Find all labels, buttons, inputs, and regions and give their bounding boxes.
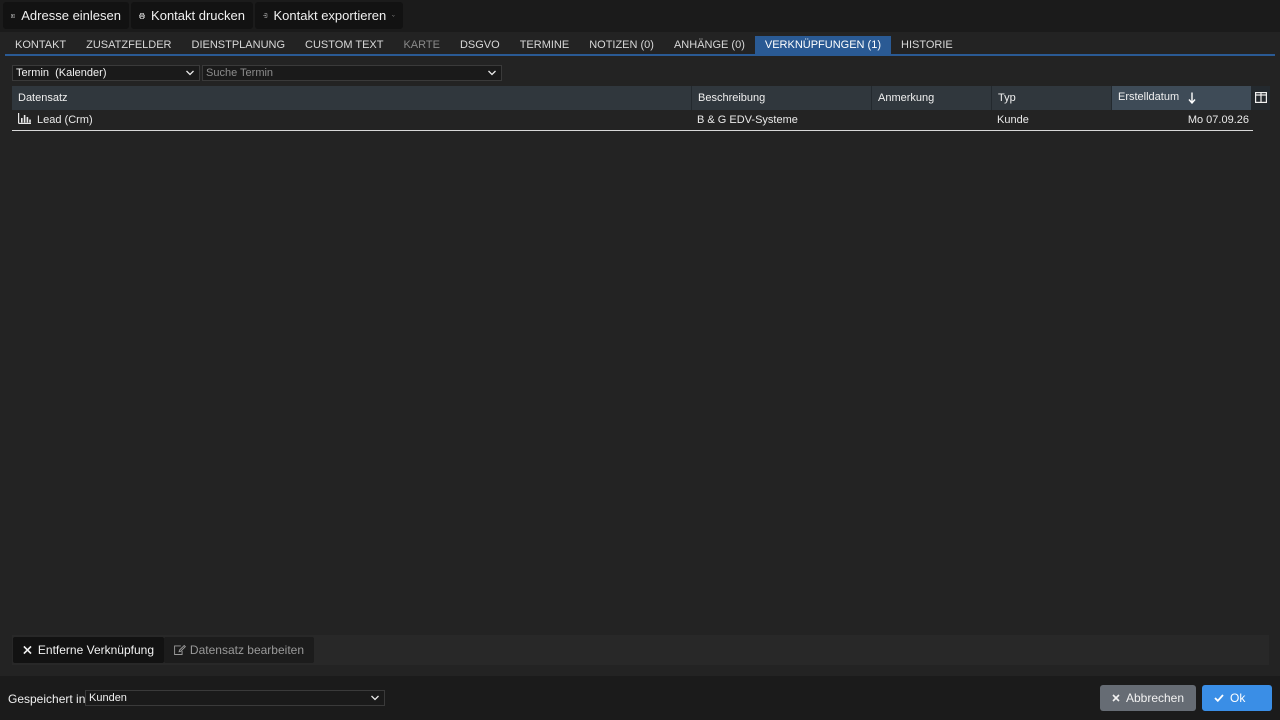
tab-bar: KONTAKT ZUSATZFELDER DIENSTPLANUNG CUSTO… <box>5 36 963 56</box>
column-label: Datensatz <box>18 92 68 104</box>
top-toolbar: Adresse einlesen Kontakt drucken Kontakt… <box>0 0 1280 32</box>
tab-custom-text[interactable]: CUSTOM TEXT <box>295 36 393 56</box>
tab-zusatzfelder[interactable]: ZUSATZFELDER <box>76 36 181 56</box>
read-address-label: Adresse einlesen <box>21 8 121 23</box>
export-contact-dropdown[interactable]: Kontakt exportieren <box>255 2 403 29</box>
links-table: Datensatz Beschreibung Anmerkung Typ Ers… <box>12 86 1270 131</box>
chevron-down-icon <box>186 70 194 76</box>
column-label: Beschreibung <box>698 92 766 104</box>
read-address-button[interactable]: Adresse einlesen <box>3 2 129 29</box>
export-icon <box>263 13 268 18</box>
ok-button[interactable]: Ok <box>1202 685 1272 711</box>
column-header-erstelldatum[interactable]: Erstelldatum <box>1112 86 1252 110</box>
search-termin-placeholder: Suche Termin <box>206 67 274 79</box>
cell-typ: Kunde <box>997 114 1029 126</box>
saved-in-select[interactable]: Kunden <box>85 690 385 706</box>
column-header-datensatz[interactable]: Datensatz <box>12 86 692 110</box>
edit-icon <box>174 644 186 655</box>
chevron-down-icon <box>371 695 379 701</box>
close-icon <box>23 645 32 655</box>
saved-in-value: Kunden <box>89 692 127 704</box>
tab-historie[interactable]: HISTORIE <box>891 36 963 56</box>
column-header-anmerkung[interactable]: Anmerkung <box>872 86 992 110</box>
cancel-label: Abbrechen <box>1125 691 1185 705</box>
search-termin-select[interactable]: Suche Termin <box>202 65 502 81</box>
cell-erstelldatum: Mo 07.09.26 <box>1187 114 1249 126</box>
cell-beschreibung: B & G EDV-Systeme <box>697 114 798 126</box>
columns-icon <box>1255 92 1267 103</box>
edit-record-button[interactable]: Datensatz bearbeiten <box>164 637 314 663</box>
tab-dsgvo[interactable]: DSGVO <box>450 36 510 56</box>
edit-record-label: Datensatz bearbeiten <box>189 643 304 657</box>
column-label: Erstelldatum <box>1118 91 1180 103</box>
checkmark-icon <box>1214 694 1224 702</box>
cell-datensatz-text: Lead (Crm) <box>37 114 93 126</box>
cell-datensatz: Lead (Crm) <box>12 110 692 130</box>
bar-chart-icon <box>18 113 31 124</box>
column-chooser-button[interactable] <box>1252 86 1270 110</box>
close-icon <box>1112 694 1120 702</box>
saved-in-label: Gespeichert in <box>8 692 86 706</box>
table-row[interactable]: Lead (Crm) B & G EDV-Systeme Kunde Mo 07… <box>12 110 1253 131</box>
table-header: Datensatz Beschreibung Anmerkung Typ Ers… <box>12 86 1270 110</box>
tab-termine[interactable]: TERMINE <box>510 36 580 56</box>
link-type-value: Termin (Kalender) <box>16 67 107 79</box>
remove-link-label: Entferne Verknüpfung <box>37 643 154 657</box>
remove-link-button[interactable]: Entferne Verknüpfung <box>13 637 164 663</box>
column-label: Anmerkung <box>878 92 935 104</box>
main-panel: KONTAKT ZUSATZFELDER DIENSTPLANUNG CUSTO… <box>0 32 1280 676</box>
print-contact-label: Kontakt drucken <box>151 8 245 23</box>
action-bar: Entferne Verknüpfung Datensatz bearbeite… <box>12 635 1269 665</box>
column-label: Typ <box>998 92 1016 104</box>
tab-kontakt[interactable]: KONTAKT <box>5 36 76 56</box>
tab-anhaenge[interactable]: ANHÄNGE (0) <box>664 36 755 56</box>
export-contact-label: Kontakt exportieren <box>273 8 387 23</box>
chevron-down-icon <box>392 14 395 17</box>
print-contact-button[interactable]: Kontakt drucken <box>131 2 253 29</box>
dialog-footer: Gespeichert in Kunden Abbrechen Ok <box>0 676 1280 720</box>
cell-anmerkung <box>872 110 992 130</box>
column-header-beschreibung[interactable]: Beschreibung <box>692 86 872 110</box>
tab-dienstplanung[interactable]: DIENSTPLANUNG <box>182 36 296 56</box>
ok-label: Ok <box>1230 691 1246 705</box>
column-header-typ[interactable]: Typ <box>992 86 1112 110</box>
tab-underline <box>5 54 1275 56</box>
sort-descending-icon <box>1188 92 1196 104</box>
cancel-button[interactable]: Abbrechen <box>1100 685 1196 711</box>
tab-notizen[interactable]: NOTIZEN (0) <box>579 36 664 56</box>
chevron-down-icon <box>488 70 496 76</box>
printer-icon <box>139 12 146 19</box>
tab-verknuepfungen[interactable]: VERKNÜPFUNGEN (1) <box>754 36 891 56</box>
tab-karte: KARTE <box>403 39 440 51</box>
contact-card-icon <box>11 13 16 18</box>
link-type-select[interactable]: Termin (Kalender) <box>12 65 200 81</box>
